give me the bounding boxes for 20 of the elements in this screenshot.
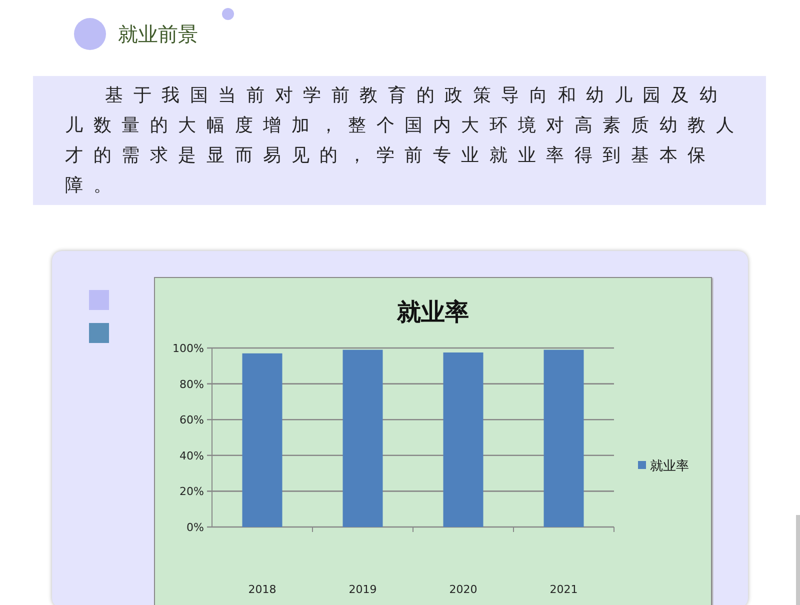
axis-label: 2021	[550, 583, 578, 596]
legend-swatch	[638, 461, 646, 469]
square-decoration	[89, 290, 109, 310]
axis-label: 100%	[172, 342, 204, 355]
axis-label: 2019	[348, 583, 377, 596]
axis-label: 20%	[180, 485, 204, 498]
scrollbar[interactable]	[796, 515, 800, 605]
paragraph: 基于我国当前对学前教育的政策导向和幼儿园及幼儿数量的大幅度增加，整个国内大环境对高素质幼教人才的需求是显而易见的，学前专业就业率得到基本保障。	[33, 76, 766, 205]
circle-decoration	[74, 18, 106, 50]
axis-label: 60%	[180, 414, 204, 427]
axis-label: 80%	[180, 378, 204, 391]
square-decoration	[89, 323, 109, 343]
axis-label: 0%	[186, 521, 204, 534]
dot-decoration	[222, 8, 234, 20]
section-title: 就业前景	[118, 20, 198, 48]
axis-label: 2018	[248, 583, 276, 596]
chart-title: 就业率	[397, 297, 469, 326]
legend-label: 就业率	[650, 459, 689, 474]
axis-label: 2020	[449, 583, 478, 596]
axis-label: 40%	[180, 449, 204, 462]
